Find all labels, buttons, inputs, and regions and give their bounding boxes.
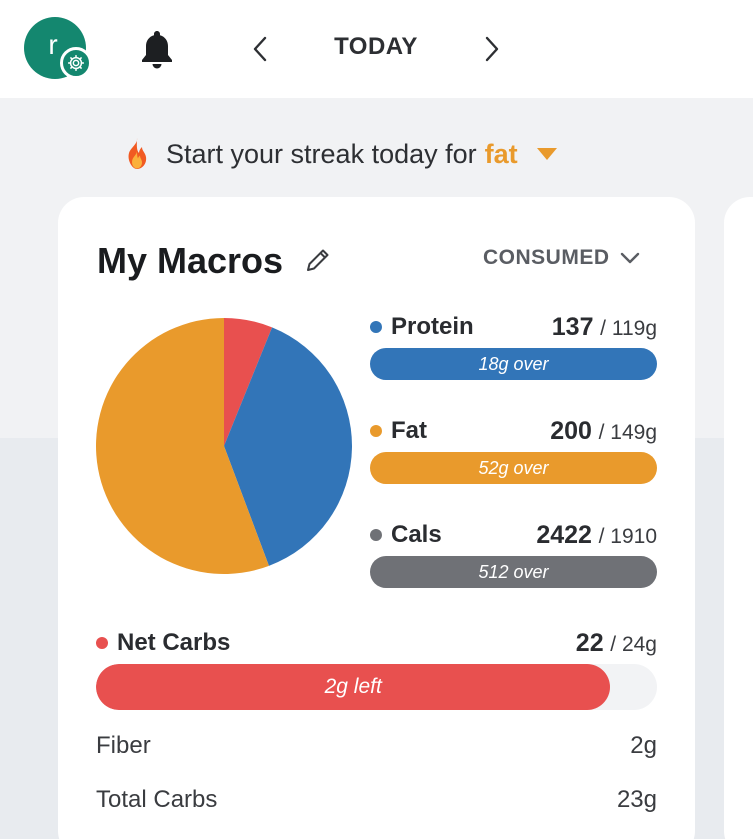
- cals-consumed: 2422: [536, 520, 592, 549]
- net-carbs-status: 2g left: [324, 675, 382, 698]
- macro-value: 200 / 149g: [550, 417, 657, 446]
- cals-status-bar: 512 over: [370, 556, 657, 588]
- top-bar: r TODAY: [0, 0, 753, 98]
- chevron-left-icon[interactable]: [248, 34, 272, 64]
- macro-label: Fat: [370, 417, 427, 445]
- streak-macro[interactable]: fat: [485, 139, 518, 170]
- macro-label: Cals: [370, 521, 442, 549]
- macro-label: Protein: [370, 313, 474, 341]
- avatar-initial: r: [48, 29, 58, 60]
- macros-pie-chart: [96, 318, 352, 574]
- macro-value: 137 / 119g: [552, 313, 657, 342]
- detail-label: Total Carbs: [96, 786, 218, 813]
- detail-value: 2g: [630, 732, 657, 759]
- macro-row-cals[interactable]: Cals 2422 / 1910 512 over: [370, 520, 657, 588]
- pencil-icon[interactable]: [303, 245, 333, 275]
- date-label[interactable]: TODAY: [300, 33, 452, 61]
- net-carbs-header[interactable]: Net Carbs 22 / 24g: [96, 627, 657, 659]
- cals-dot: [370, 529, 382, 541]
- detail-value: 23g: [616, 786, 657, 813]
- fat-consumed: 200: [550, 416, 592, 445]
- detail-label: Fiber: [96, 732, 151, 759]
- net-carbs-progress-track: 2g left: [96, 664, 657, 710]
- net-carbs-dot: [96, 637, 108, 649]
- macro-label: Net Carbs: [96, 629, 230, 657]
- protein-consumed: 137: [551, 312, 594, 341]
- card-title: My Macros: [97, 240, 284, 281]
- settings-gear-icon[interactable]: [60, 47, 92, 79]
- caret-down-icon[interactable]: [536, 147, 558, 161]
- bell-icon[interactable]: [138, 28, 176, 70]
- macro-value: 22 / 24g: [576, 629, 657, 658]
- flame-icon: [128, 138, 147, 169]
- streak-banner[interactable]: Start your streak today for fat: [122, 134, 558, 174]
- macro-row-protein[interactable]: Protein 137 / 119g 18g over: [370, 312, 657, 380]
- cals-goal: / 1910: [598, 524, 657, 548]
- net-carbs-consumed: 22: [575, 628, 604, 657]
- view-selector[interactable]: CONSUMED: [483, 246, 640, 270]
- macro-value: 2422 / 1910: [536, 521, 657, 550]
- protein-goal: / 119g: [600, 316, 657, 340]
- chevron-right-icon[interactable]: [480, 34, 504, 64]
- streak-text: Start your streak today for: [166, 138, 477, 169]
- protein-dot: [370, 321, 382, 333]
- detail-row-fiber: Fiber 2g: [96, 732, 657, 760]
- next-card-peek[interactable]: [724, 197, 753, 839]
- macro-row-fat[interactable]: Fat 200 / 149g 52g over: [370, 416, 657, 484]
- fat-goal: / 149g: [598, 420, 657, 444]
- fat-dot: [370, 425, 382, 437]
- net-carbs-progress-fill: 2g left: [96, 664, 611, 710]
- chevron-down-icon: [620, 252, 639, 264]
- detail-row-total-carbs: Total Carbs 23g: [96, 786, 657, 814]
- net-carbs-goal: / 24g: [610, 632, 657, 656]
- protein-status-bar: 18g over: [370, 348, 657, 380]
- fat-status-bar: 52g over: [370, 452, 657, 484]
- view-selector-label: CONSUMED: [483, 246, 610, 269]
